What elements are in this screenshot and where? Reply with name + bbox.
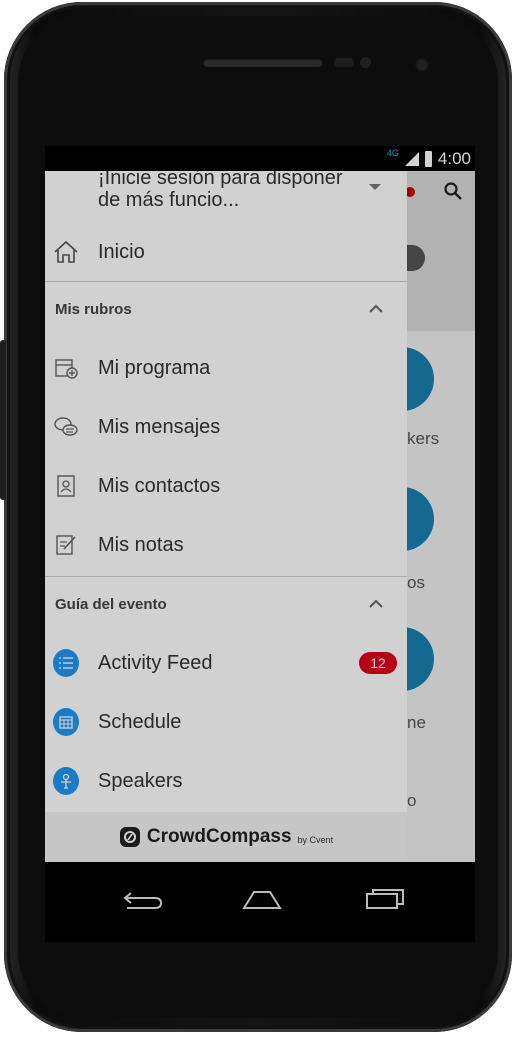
unread-count-badge: 12 xyxy=(359,652,397,674)
drawer-item-activity-feed[interactable]: Activity Feed 12 xyxy=(45,634,407,692)
navigation-drawer: ¡Inicie sesión para disponer de más func… xyxy=(45,171,407,862)
drawer-footer: CrowdCompass by Cvent xyxy=(45,812,407,862)
side-volume-button xyxy=(0,340,6,500)
drawer-item-label: Schedule xyxy=(98,710,182,733)
recents-icon[interactable] xyxy=(363,888,407,910)
status-bar: 4G 4:00 xyxy=(45,146,475,171)
drawer-item-label: Speakers xyxy=(98,769,183,792)
tile-extra-label: o xyxy=(407,791,417,810)
drawer-header[interactable]: ¡Inicie sesión para disponer de más func… xyxy=(45,171,407,231)
front-camera xyxy=(415,58,429,72)
calendar-add-icon xyxy=(53,355,79,381)
drawer-item-label: Mi programa xyxy=(98,356,211,379)
speaker-person-icon xyxy=(53,767,79,795)
drawer-item-schedule[interactable]: Schedule xyxy=(45,693,407,751)
crowdcompass-logo-icon xyxy=(119,827,140,847)
login-prompt[interactable]: ¡Inicie sesión para disponer de más func… xyxy=(98,171,358,211)
drawer-item-label: Inicio xyxy=(98,240,145,263)
drawer-item-speakers[interactable]: Speakers xyxy=(45,752,407,810)
drawer-item-mi-programa[interactable]: Mi programa xyxy=(45,339,407,397)
section-header-guia-del-evento[interactable]: Guía del evento xyxy=(45,576,407,632)
drawer-item-home[interactable]: Inicio xyxy=(45,223,407,281)
dropdown-caret-icon[interactable] xyxy=(369,184,381,190)
section-title: Mis rubros xyxy=(55,300,132,318)
chevron-up-icon[interactable] xyxy=(367,300,385,318)
contact-card-icon xyxy=(53,473,79,499)
back-icon[interactable] xyxy=(121,888,165,910)
drawer-item-label: Mis notas xyxy=(98,533,184,556)
system-nav-bar xyxy=(45,862,475,942)
brand-by: by Cvent xyxy=(297,835,334,845)
battery-icon xyxy=(424,150,432,167)
drawer-item-label: Mis contactos xyxy=(98,474,221,497)
section-title: Guía del evento xyxy=(55,595,167,613)
drawer-item-label: Mis mensajes xyxy=(98,415,221,438)
network-type: 4G xyxy=(386,147,399,158)
tile-maps-label: os xyxy=(407,573,425,592)
drawer-item-label: Activity Feed xyxy=(98,651,213,674)
signal-icon xyxy=(404,151,419,166)
screen: 4G 4:00 kers os ne o ¡Inicie sesión para… xyxy=(45,146,475,862)
drawer-item-mis-notas[interactable]: Mis notas xyxy=(45,516,407,574)
tile-game-label: ne xyxy=(407,713,426,732)
calendar-grid-icon xyxy=(53,708,79,736)
tile-speakers-label: kers xyxy=(407,429,440,448)
section-header-mis-rubros[interactable]: Mis rubros xyxy=(45,281,407,337)
search-icon[interactable] xyxy=(443,181,463,201)
list-icon xyxy=(53,649,79,677)
note-edit-icon xyxy=(53,532,79,558)
home-icon xyxy=(53,239,79,265)
status-time: 4:00 xyxy=(437,148,471,168)
earpiece-speaker xyxy=(203,58,323,67)
chevron-up-icon[interactable] xyxy=(367,595,385,613)
drawer-item-mis-mensajes[interactable]: Mis mensajes xyxy=(45,398,407,456)
proximity-sensor xyxy=(334,58,354,67)
light-sensor xyxy=(360,57,371,68)
drawer-item-mis-contactos[interactable]: Mis contactos xyxy=(45,457,407,515)
home-button-icon[interactable] xyxy=(240,888,284,910)
brand-name: CrowdCompass xyxy=(146,826,292,847)
chat-icon xyxy=(53,414,79,440)
